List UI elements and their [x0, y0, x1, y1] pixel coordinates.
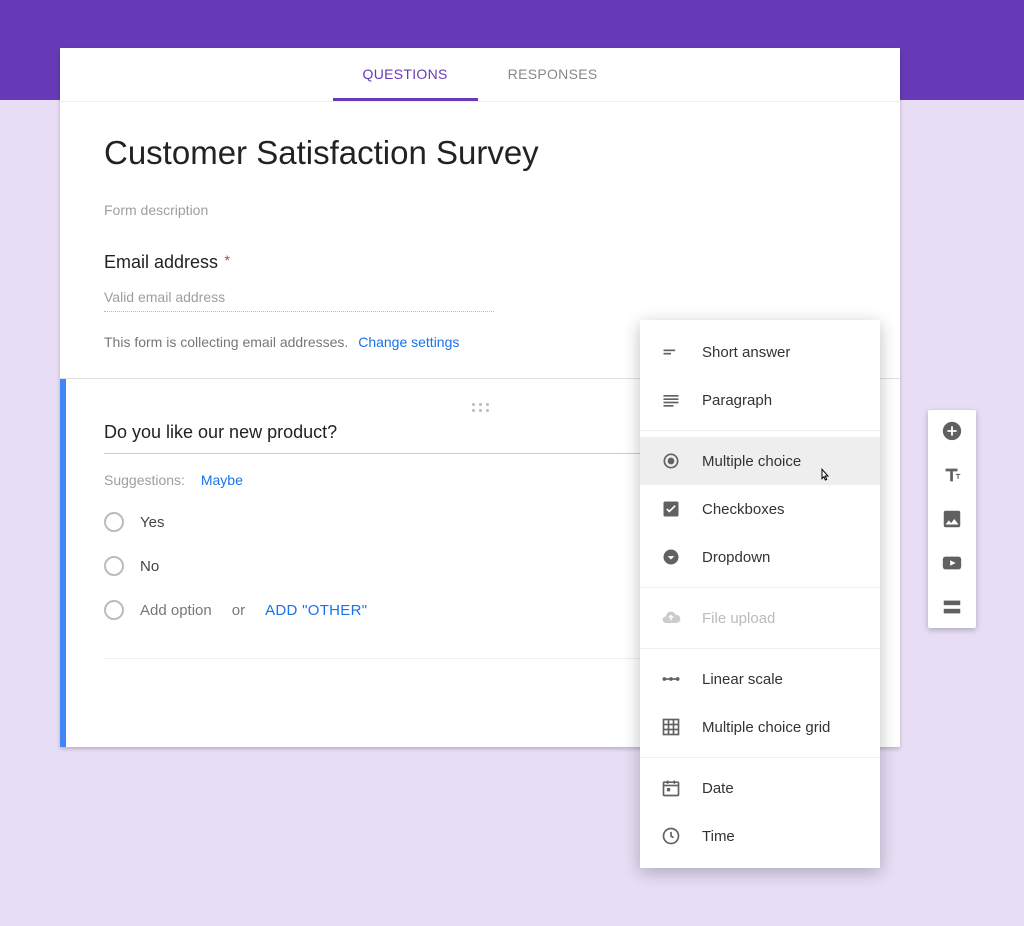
email-note-text: This form is collecting email addresses.: [104, 334, 348, 350]
paragraph-icon: [660, 389, 682, 411]
menu-separator: [640, 648, 880, 649]
menu-item-grid[interactable]: Multiple choice grid: [640, 703, 880, 751]
menu-label: Checkboxes: [702, 501, 785, 518]
menu-item-time[interactable]: Time: [640, 812, 880, 860]
form-title[interactable]: Customer Satisfaction Survey: [104, 134, 856, 176]
menu-label: Dropdown: [702, 549, 770, 566]
cursor-pointer-icon: [816, 467, 832, 485]
tabs: QUESTIONS RESPONSES: [60, 48, 900, 102]
menu-label: Paragraph: [702, 392, 772, 409]
clock-icon: [660, 825, 682, 847]
tab-questions[interactable]: QUESTIONS: [333, 48, 478, 101]
option-text[interactable]: Yes: [140, 514, 164, 531]
linear-scale-icon: [660, 668, 682, 690]
question-type-menu: Short answer Paragraph Multiple choice C…: [640, 320, 880, 868]
suggestions-label: Suggestions:: [104, 472, 185, 488]
calendar-icon: [660, 777, 682, 799]
email-input[interactable]: Valid email address: [104, 289, 494, 312]
menu-label: Date: [702, 780, 734, 797]
radio-icon: [104, 556, 124, 576]
form-header-section: Customer Satisfaction Survey Form descri…: [60, 102, 900, 246]
side-toolbar: [928, 410, 976, 628]
add-option-button[interactable]: Add option: [140, 602, 212, 619]
change-settings-link[interactable]: Change settings: [358, 334, 459, 350]
radio-icon: [660, 450, 682, 472]
menu-item-checkboxes[interactable]: Checkboxes: [640, 485, 880, 533]
radio-icon: [104, 600, 124, 620]
add-section-icon[interactable]: [941, 596, 963, 618]
question-accent-bar: [60, 379, 66, 747]
menu-label: Time: [702, 828, 735, 845]
or-text: or: [232, 602, 245, 619]
menu-label: Multiple choice grid: [702, 719, 830, 736]
checkbox-icon: [660, 498, 682, 520]
add-other-button[interactable]: ADD "OTHER": [265, 602, 367, 619]
short-answer-icon: [660, 341, 682, 363]
add-title-icon[interactable]: [941, 464, 963, 486]
menu-item-date[interactable]: Date: [640, 764, 880, 812]
menu-separator: [640, 430, 880, 431]
radio-icon: [104, 512, 124, 532]
cloud-upload-icon: [660, 607, 682, 629]
email-label: Email address: [104, 252, 218, 272]
option-text[interactable]: No: [140, 558, 159, 575]
menu-item-short-answer[interactable]: Short answer: [640, 328, 880, 376]
menu-item-paragraph[interactable]: Paragraph: [640, 376, 880, 424]
menu-item-multiple-choice[interactable]: Multiple choice: [640, 437, 880, 485]
add-image-icon[interactable]: [941, 508, 963, 530]
tab-responses[interactable]: RESPONSES: [478, 48, 628, 101]
menu-label: Multiple choice: [702, 453, 801, 470]
menu-label: Linear scale: [702, 671, 783, 688]
menu-item-dropdown[interactable]: Dropdown: [640, 533, 880, 581]
menu-separator: [640, 587, 880, 588]
grid-icon: [660, 716, 682, 738]
menu-label: Short answer: [702, 344, 790, 361]
add-video-icon[interactable]: [941, 552, 963, 574]
suggestion-chip[interactable]: Maybe: [201, 472, 243, 488]
email-label-row: Email address *: [104, 252, 856, 273]
menu-label: File upload: [702, 610, 775, 627]
add-question-icon[interactable]: [941, 420, 963, 442]
menu-separator: [640, 757, 880, 758]
dropdown-icon: [660, 546, 682, 568]
menu-item-linear-scale[interactable]: Linear scale: [640, 655, 880, 703]
form-description[interactable]: Form description: [104, 202, 856, 218]
menu-item-file-upload: File upload: [640, 594, 880, 642]
required-star-icon: *: [225, 252, 230, 268]
